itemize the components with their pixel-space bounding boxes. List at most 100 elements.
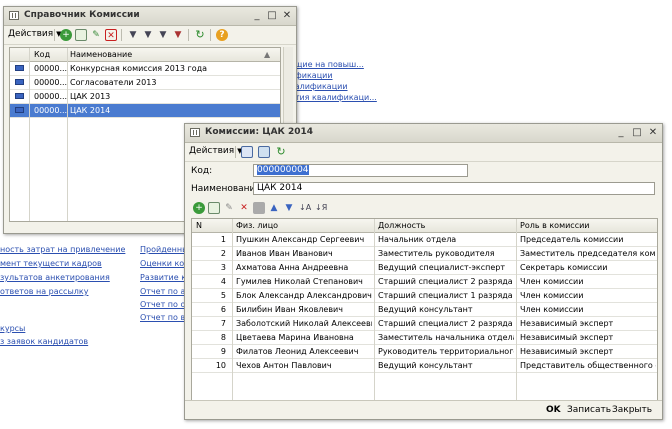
save-close-icon[interactable] [241, 146, 253, 158]
ref-window-title: Справочник Комиссии [24, 10, 140, 20]
report-link[interactable]: курсы [0, 324, 25, 334]
table-row[interactable]: 10 Чехов Антон Павлович Ведущий консультан… [192, 359, 657, 373]
catalog-item-icon [15, 79, 24, 85]
table-row[interactable]: 1 Пушкин Александр Сергеевич Начальник отд… [192, 233, 657, 247]
role-cell: Член комиссии [520, 291, 584, 300]
close-icon[interactable]: ✕ [280, 9, 294, 22]
toolbar-separator [121, 29, 122, 41]
table-row[interactable]: 3 Ахматова Анна Андреевна Ведущий специали… [192, 261, 657, 275]
help-icon[interactable]: ? [216, 29, 228, 41]
column-header-name[interactable]: Наименование [70, 49, 132, 60]
position-cell: Заместитель начальника отдела [378, 333, 514, 342]
person-cell: Чехов Антон Павлович [236, 361, 332, 370]
save-icon[interactable] [258, 146, 270, 158]
close-button[interactable]: Закрыть [612, 405, 652, 415]
table-row[interactable]: 5 Блок Александр Александрович Старший спе… [192, 289, 657, 303]
table-row[interactable]: 2 Иванов Иван Иванович Заместитель руковод… [192, 247, 657, 261]
column-header-code[interactable]: Код [34, 49, 50, 60]
refresh-icon[interactable]: ↻ [194, 29, 206, 41]
report-link[interactable]: з заявок кандидатов [0, 337, 88, 347]
name-cell: Согласователи 2013 [70, 78, 157, 87]
role-cell: Заместитель председателя комик... [520, 249, 656, 258]
commission-form-window: Комиссии: ЦАК 2014 _ □ ✕ Действия ▼ ↻ Ко… [184, 123, 663, 420]
edit-icon[interactable]: ✎ [90, 29, 102, 41]
end-edit-icon[interactable] [253, 202, 265, 214]
report-link[interactable]: Пройденны [140, 245, 188, 255]
refresh-form-icon[interactable]: ↻ [275, 146, 287, 158]
person-cell: Заболотский Николай Алексеевич [236, 319, 372, 328]
name-cell: ЦАК 2013 [70, 92, 111, 101]
person-cell: Цветаева Марина Ивановна [236, 333, 354, 342]
report-link[interactable]: мент текущести кадров [0, 259, 102, 269]
report-link[interactable]: ность затрат на привлечение [0, 245, 125, 255]
add-row-icon[interactable]: + [193, 202, 205, 214]
table-row[interactable]: 6 Билибин Иван Яковлевич Ведущий консульта… [192, 303, 657, 317]
edit-row-icon[interactable]: ✎ [223, 202, 235, 214]
actions-menu-label: Действия [189, 146, 235, 156]
ref-window-titlebar[interactable]: Справочник Комиссии _ □ ✕ [4, 7, 296, 26]
form-titlebar[interactable]: Комиссии: ЦАК 2014 _ □ ✕ [185, 124, 662, 143]
members-table: N Физ. лицо Должность Роль в комиссии 1 П… [191, 218, 658, 401]
delete-row-icon[interactable]: ✕ [238, 202, 250, 214]
maximize-icon[interactable]: □ [265, 9, 279, 22]
minimize-icon[interactable]: _ [250, 9, 264, 22]
form-footer: OK Записать Закрыть [185, 400, 662, 419]
role-cell: Председатель комиссии [520, 235, 624, 244]
sort-desc-icon[interactable]: ↓Я [315, 202, 327, 214]
report-link[interactable]: Отчет по ат [140, 287, 190, 297]
position-cell: Ведущий специалист-эксперт [378, 263, 506, 272]
delete-mark-icon[interactable]: ✕ [105, 29, 117, 41]
role-cell: Независимый эксперт [520, 319, 614, 328]
name-field[interactable]: ЦАК 2014 [253, 182, 655, 195]
report-link[interactable]: ятия квалификаци... [290, 93, 377, 103]
table-row[interactable]: 4 Гумилев Николай Степанович Старший специ… [192, 275, 657, 289]
name-cell: ЦАК 2014 [70, 106, 111, 115]
code-cell: 00000... [34, 92, 68, 101]
close-icon[interactable]: ✕ [646, 126, 660, 139]
ok-button[interactable]: OK [546, 405, 561, 415]
column-header-person[interactable]: Физ. лицо [236, 220, 278, 231]
filter-by-value-icon[interactable]: ▼ [142, 29, 154, 41]
column-divider [516, 219, 517, 400]
report-link[interactable]: валификации [290, 82, 348, 92]
add-icon[interactable]: + [60, 29, 72, 41]
maximize-icon[interactable]: □ [630, 126, 644, 139]
code-field[interactable]: 000000004 [253, 164, 468, 177]
copy-row-icon[interactable] [208, 202, 220, 214]
position-cell: Старший специалист 1 разряда [378, 291, 513, 300]
column-header-n[interactable]: N [196, 220, 202, 231]
toolbar-separator [188, 29, 189, 41]
table-header: N Физ. лицо Должность Роль в комиссии [192, 219, 657, 233]
save-button[interactable]: Записать [567, 405, 611, 415]
table-row[interactable]: 00000... ЦАК 2014 [10, 104, 280, 118]
column-divider [67, 48, 68, 221]
column-header-position[interactable]: Должность [378, 220, 425, 231]
n-cell: 1 [220, 235, 226, 244]
report-link[interactable]: ответов на рассылку [0, 287, 88, 297]
move-down-icon[interactable]: ▼ [283, 202, 295, 214]
actions-menu-label: Действия [8, 29, 54, 39]
report-link[interactable]: зультатов анкетирования [0, 273, 110, 283]
move-up-icon[interactable]: ▲ [268, 202, 280, 214]
n-cell: 2 [220, 249, 226, 258]
report-link[interactable]: Оценки кон [140, 259, 189, 269]
table-row[interactable]: 00000... Конкурсная комиссия 2013 года [10, 62, 280, 76]
table-row[interactable]: 7 Заболотский Николай Алексеевич Старший с… [192, 317, 657, 331]
column-header-role[interactable]: Роль в комиссии [520, 220, 590, 231]
table-row[interactable]: 00000... Согласователи 2013 [10, 76, 280, 90]
code-cell: 00000... [34, 64, 68, 73]
filter-icon[interactable]: ▼ [127, 29, 139, 41]
report-link[interactable]: Отчет по вз [140, 313, 189, 323]
table-row[interactable]: 9 Филатов Леонид Алексеевич Руководитель т… [192, 345, 657, 359]
table-row[interactable]: 8 Цветаева Марина Ивановна Заместитель нач… [192, 331, 657, 345]
n-cell: 3 [220, 263, 226, 272]
report-link[interactable]: ощие на повыш... [290, 60, 364, 70]
copy-icon[interactable] [75, 29, 87, 41]
clear-filter-icon[interactable]: ▼ [172, 29, 184, 41]
table-row[interactable]: 00000... ЦАК 2013 [10, 90, 280, 104]
filter-list-icon[interactable]: ▼ [157, 29, 169, 41]
role-cell: Член комиссии [520, 277, 584, 286]
minimize-icon[interactable]: _ [614, 126, 628, 139]
sort-asc-icon[interactable]: ↓A [299, 202, 311, 214]
report-link[interactable]: Отчет по ос [140, 300, 190, 310]
